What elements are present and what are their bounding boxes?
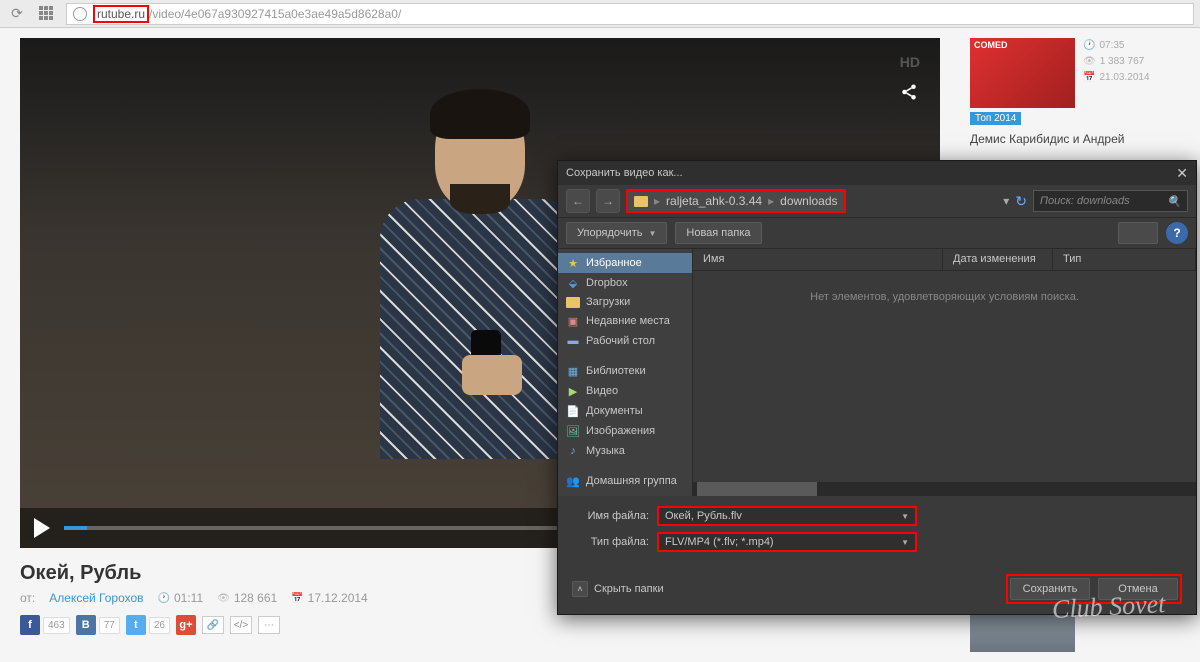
- filetype-select[interactable]: FLV/MP4 (*.flv; *.mp4)▼: [657, 532, 917, 552]
- new-folder-button[interactable]: Новая папка: [675, 222, 761, 244]
- share-link-button[interactable]: 🔗: [202, 616, 224, 634]
- video-duration: 01:11: [174, 591, 203, 605]
- dialog-fields: Имя файла: Окей, Рубль.flv▼ Тип файла: F…: [558, 496, 1196, 568]
- share-embed-button[interactable]: </>: [230, 616, 252, 634]
- tree-documents[interactable]: 📄Документы: [558, 401, 692, 421]
- nav-back-button[interactable]: ←: [566, 189, 590, 213]
- folder-tree: ★Избранное ⬙Dropbox Загрузки ▣Недавние м…: [558, 249, 693, 496]
- author-link[interactable]: Алексей Горохов: [49, 591, 143, 605]
- tree-recent[interactable]: ▣Недавние места: [558, 311, 692, 331]
- search-icon: 🔍: [1167, 195, 1181, 208]
- close-button[interactable]: ✕: [1176, 165, 1188, 182]
- tree-video[interactable]: ▶Видео: [558, 381, 692, 401]
- save-dialog: Сохранить видео как... ✕ ← → ▸ raljeta_a…: [557, 160, 1197, 615]
- play-button[interactable]: [34, 518, 50, 538]
- browser-toolbar: ⟳ rutube.ru/video/4e067a930927415a0e3ae4…: [0, 0, 1200, 28]
- tree-downloads[interactable]: Загрузки: [558, 293, 692, 311]
- tree-images[interactable]: 🖼Изображения: [558, 421, 692, 441]
- empty-message: Нет элементов, удовлетворяющих условиям …: [693, 271, 1196, 323]
- author-prefix: от:: [20, 591, 35, 605]
- calendar-icon: 📅: [291, 593, 303, 604]
- dialog-actions: ˄ Скрыть папки Сохранить Отмена: [558, 568, 1196, 614]
- column-headers: Имя Дата изменения Тип: [693, 249, 1196, 271]
- clock-icon: 🕐: [1083, 38, 1095, 54]
- cancel-button[interactable]: Отмена: [1098, 578, 1178, 600]
- url-path: /video/4e067a930927415a0e3ae49a5d8628a0/: [149, 7, 401, 21]
- filename-input[interactable]: Окей, Рубль.flv▼: [657, 506, 917, 526]
- horizontal-scrollbar[interactable]: [693, 482, 1196, 496]
- share-vk[interactable]: B77: [76, 615, 120, 635]
- related-title: Демис Карибидис и Андрей: [970, 126, 1180, 146]
- dialog-nav: ← → ▸ raljeta_ahk-0.3.44 ▸ downloads ▾ ↻…: [558, 185, 1196, 217]
- chevron-up-icon: ˄: [572, 581, 588, 597]
- organize-button[interactable]: Упорядочить▼: [566, 222, 667, 244]
- col-name[interactable]: Имя: [693, 249, 943, 270]
- apps-button[interactable]: [36, 3, 58, 25]
- view-button[interactable]: [1118, 222, 1158, 244]
- address-bar[interactable]: rutube.ru/video/4e067a930927415a0e3ae49a…: [66, 3, 1194, 25]
- share-icon[interactable]: [900, 83, 918, 107]
- dialog-title: Сохранить видео как...: [566, 167, 683, 179]
- breadcrumb[interactable]: ▸ raljeta_ahk-0.3.44 ▸ downloads: [626, 189, 846, 213]
- search-input[interactable]: Поиск: downloads 🔍: [1033, 190, 1188, 212]
- share-facebook[interactable]: f463: [20, 615, 70, 635]
- filename-label: Имя файла:: [572, 510, 657, 522]
- reload-button[interactable]: ⟳: [6, 3, 28, 25]
- hd-badge: HD: [900, 54, 920, 70]
- tree-desktop[interactable]: ▬Рабочий стол: [558, 331, 692, 351]
- tree-homegroup[interactable]: 👥Домашняя группа: [558, 471, 692, 491]
- eye-icon: 👁: [217, 593, 230, 604]
- share-gplus[interactable]: g+: [176, 615, 196, 635]
- top-badge: Топ 2014: [970, 112, 1021, 125]
- file-list-area: Имя Дата изменения Тип Нет элементов, уд…: [693, 249, 1196, 496]
- video-views: 128 661: [234, 591, 277, 605]
- filetype-label: Тип файла:: [572, 536, 657, 548]
- url-domain: rutube.ru: [93, 5, 149, 23]
- col-date[interactable]: Дата изменения: [943, 249, 1053, 270]
- eye-icon: 👁: [1083, 54, 1096, 70]
- dialog-toolbar: Упорядочить▼ Новая папка ?: [558, 217, 1196, 249]
- share-twitter[interactable]: t26: [126, 615, 170, 635]
- nav-forward-button[interactable]: →: [596, 189, 620, 213]
- col-type[interactable]: Тип: [1053, 249, 1196, 270]
- tree-music[interactable]: ♪Музыка: [558, 441, 692, 461]
- folder-icon: [634, 196, 648, 207]
- help-button[interactable]: ?: [1166, 222, 1188, 244]
- tree-libraries[interactable]: ▦Библиотеки: [558, 361, 692, 381]
- tree-dropbox[interactable]: ⬙Dropbox: [558, 273, 692, 293]
- tree-favorites[interactable]: ★Избранное: [558, 253, 692, 273]
- share-more-button[interactable]: ⋯: [258, 616, 280, 634]
- related-video-card[interactable]: COMED 🕐07:35 👁1 383 767 📅21.03.2014 Топ …: [970, 38, 1180, 146]
- calendar-icon: 📅: [1083, 70, 1095, 86]
- share-row: f463 B77 t26 g+ 🔗 </> ⋯: [20, 615, 940, 635]
- save-button[interactable]: Сохранить: [1010, 578, 1090, 600]
- refresh-icon[interactable]: ↻: [1015, 193, 1027, 210]
- dropdown-icon[interactable]: ▾: [1003, 194, 1009, 208]
- hide-folders-toggle[interactable]: ˄ Скрыть папки: [572, 581, 664, 597]
- related-thumb: COMED: [970, 38, 1075, 108]
- dialog-titlebar: Сохранить видео как... ✕: [558, 161, 1196, 185]
- video-date: 17.12.2014: [308, 591, 368, 605]
- clock-icon: 🕐: [158, 593, 170, 604]
- globe-icon: [73, 7, 87, 21]
